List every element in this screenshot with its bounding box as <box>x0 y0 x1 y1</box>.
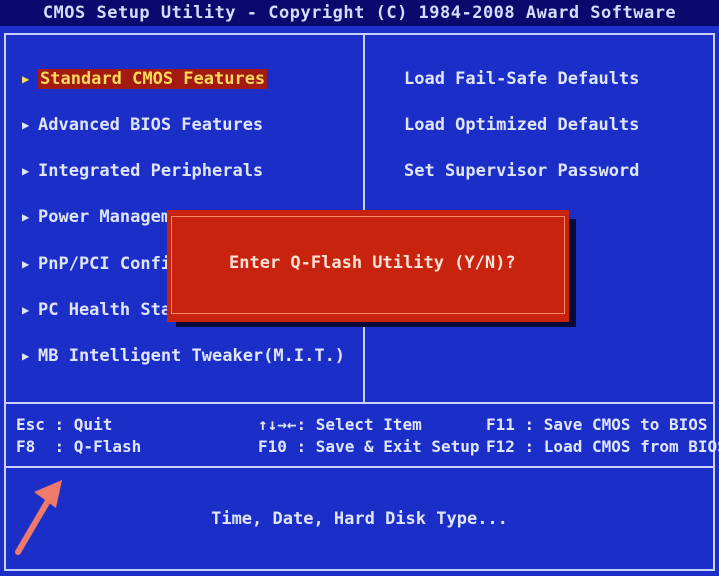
bios-screen: CMOS Setup Utility - Copyright (C) 1984-… <box>0 0 719 576</box>
help-f8: F8 : Q-Flash <box>16 437 142 456</box>
selector-arrow-icon: ▶ <box>22 349 30 363</box>
selector-arrow-icon: ▶ <box>22 257 30 271</box>
frame-right-line <box>713 33 715 571</box>
annotation-arrow-icon <box>15 480 62 555</box>
selector-arrow-icon: ▶ <box>22 118 30 132</box>
help-f10: F10 : Save & Exit Setup <box>258 437 480 456</box>
help-select: ↑↓→←: Select Item <box>258 415 422 434</box>
menu-item-pnp-pci[interactable]: ▶ PnP/PCI Config <box>22 252 181 276</box>
help-f11: F11 : Save CMOS to BIOS <box>486 415 708 434</box>
help-bottom-line <box>4 466 715 468</box>
menu-item-label: PC Health Stat <box>38 300 182 320</box>
frame-bottom-line <box>4 569 715 571</box>
frame-left-line <box>4 33 6 571</box>
menu-item-integrated-peripherals[interactable]: ▶ Integrated Peripherals <box>22 159 263 183</box>
selector-arrow-icon: ▶ <box>22 210 30 224</box>
menu-item-label: Standard CMOS Features <box>38 69 268 89</box>
menu-item-advanced-bios[interactable]: ▶ Advanced BIOS Features <box>22 113 263 137</box>
help-esc: Esc : Quit <box>16 415 113 434</box>
menu-item-set-supervisor-password[interactable]: Set Supervisor Password <box>404 159 639 183</box>
selector-arrow-icon: ▶ <box>22 164 30 178</box>
menu-item-load-optimized[interactable]: Load Optimized Defaults <box>404 113 639 137</box>
menu-item-label: Integrated Peripherals <box>38 161 264 181</box>
menu-item-mit[interactable]: ▶ MB Intelligent Tweaker(M.I.T.) <box>22 344 345 368</box>
menu-item-load-fail-safe[interactable]: Load Fail-Safe Defaults <box>404 67 639 91</box>
menu-item-pc-health[interactable]: ▶ PC Health Stat <box>22 298 181 322</box>
help-top-line <box>4 402 715 404</box>
item-description: Time, Date, Hard Disk Type... <box>211 509 508 529</box>
menu-item-label: Advanced BIOS Features <box>38 115 264 135</box>
dialog-prompt: Enter Q-Flash Utility (Y/N)? <box>229 253 516 273</box>
qflash-dialog[interactable]: Enter Q-Flash Utility (Y/N)? <box>167 210 569 322</box>
window-title: CMOS Setup Utility - Copyright (C) 1984-… <box>0 0 719 26</box>
selector-arrow-icon: ▶ <box>22 303 30 317</box>
menu-item-label: PnP/PCI Config <box>38 254 182 274</box>
menu-item-label: MB Intelligent Tweaker(M.I.T.) <box>38 346 346 366</box>
selector-arrow-icon: ▶ <box>22 72 30 86</box>
menu-item-label: Power Manageme <box>38 207 182 227</box>
menu-item-standard-cmos[interactable]: ▶ Standard CMOS Features <box>22 67 268 91</box>
frame-top-line <box>4 33 715 35</box>
menu-item-power-management[interactable]: ▶ Power Manageme <box>22 205 181 229</box>
help-f12: F12 : Load CMOS from BIOS <box>486 437 719 456</box>
